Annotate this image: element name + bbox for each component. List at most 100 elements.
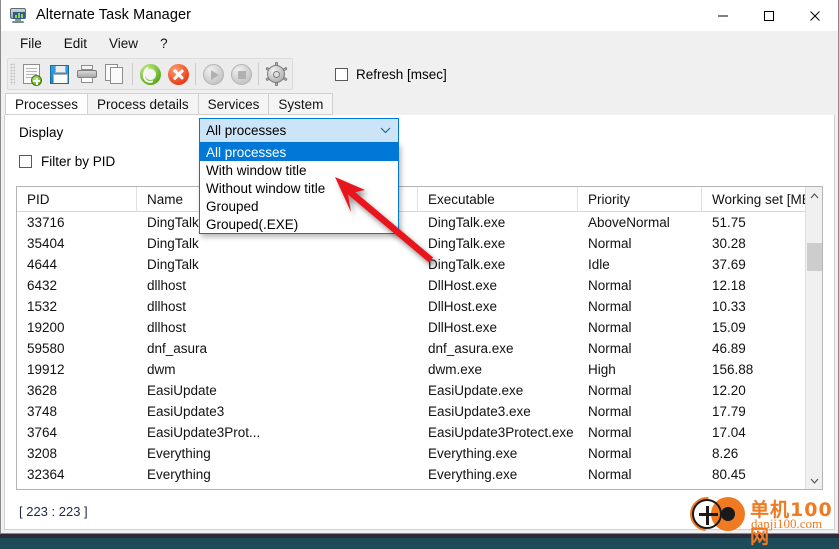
window-controls (700, 0, 838, 31)
refresh-button[interactable] (136, 60, 164, 88)
table-row[interactable]: 3628EasiUpdateEasiUpdate.exeNormal12.20 (17, 380, 805, 401)
cell-pid: 32364 (17, 467, 137, 482)
dropdown-option-without-window-title[interactable]: Without window title (200, 179, 398, 197)
cell-executable: dnf_asura.exe (418, 341, 578, 356)
column-header-executable[interactable]: Executable (418, 187, 578, 212)
tab-services[interactable]: Services (198, 93, 270, 115)
cell-pid: 3208 (17, 446, 137, 461)
table-row[interactable]: 3764EasiUpdate3Prot...EasiUpdate3Protect… (17, 422, 805, 443)
display-filter-combo[interactable]: All processes (199, 118, 399, 143)
table-row[interactable]: 32364EverythingEverything.exeNormal80.45 (17, 464, 805, 485)
cell-executable: dwm.exe (418, 362, 578, 377)
floppy-save-icon (50, 65, 69, 84)
cell-priority: Normal (578, 488, 702, 489)
table-row[interactable]: 19200dllhostDllHost.exeNormal15.09 (17, 317, 805, 338)
cell-priority: Normal (578, 446, 702, 461)
cell-priority: Idle (578, 257, 702, 272)
table-row[interactable]: 33716DingTalkDingTalk.exeAboveNormal51.7… (17, 212, 805, 233)
processes-panel: Display Filter by PID All processes All … (4, 115, 835, 530)
table-row[interactable]: 3748EasiUpdate3EasiUpdate3.exeNormal17.7… (17, 401, 805, 422)
table-row[interactable]: 59580dnf_asuradnf_asura.exeNormal46.89 (17, 338, 805, 359)
filter-by-pid-label: Filter by PID (41, 154, 115, 169)
menu-edit[interactable]: Edit (53, 33, 98, 54)
dropdown-option-grouped[interactable]: Grouped (200, 197, 398, 215)
cell-pid: 3764 (17, 425, 137, 440)
dropdown-option-with-window-title[interactable]: With window title (200, 161, 398, 179)
menu-view[interactable]: View (98, 33, 149, 54)
copy-icon (105, 64, 125, 84)
table-row[interactable]: 3208EverythingEverything.exeNormal8.26 (17, 443, 805, 464)
cell-name: DingTalk (137, 236, 287, 251)
column-header-priority[interactable]: Priority (578, 187, 702, 212)
cell-executable: Explorer.EXE (418, 488, 578, 489)
cell-executable: EasiUpdate3.exe (418, 404, 578, 419)
table-row[interactable]: 19912dwmdwm.exeHigh156.88 (17, 359, 805, 380)
print-button[interactable] (73, 60, 101, 88)
copy-button[interactable] (101, 60, 129, 88)
cell-executable: EasiUpdate.exe (418, 383, 578, 398)
cell-executable: Everything.exe (418, 467, 578, 482)
cell-pid: 19200 (17, 320, 137, 335)
maximize-icon[interactable] (746, 0, 792, 31)
table-row[interactable]: 27048ExplorerExplorer.EXENormal96.25 (17, 485, 805, 489)
minimize-icon[interactable] (700, 0, 746, 31)
process-list: PID Name Executable Priority Working set… (16, 186, 823, 490)
cell-pid: 19912 (17, 362, 137, 377)
stop-button[interactable] (227, 60, 255, 88)
process-list-scrollbar[interactable] (805, 187, 822, 489)
cell-executable: DllHost.exe (418, 278, 578, 293)
toolbar-grip[interactable] (10, 63, 15, 85)
cell-name: EasiUpdate3Prot... (137, 425, 287, 440)
cell-working-set: 17.79 (702, 404, 805, 419)
cell-name: EasiUpdate (137, 383, 287, 398)
menu-file[interactable]: File (9, 33, 53, 54)
stop-square-icon (231, 64, 252, 85)
cell-working-set: 37.69 (702, 257, 805, 272)
printer-icon (77, 65, 97, 83)
table-row[interactable]: 1532dllhostDllHost.exeNormal10.33 (17, 296, 805, 317)
settings-button[interactable] (262, 60, 290, 88)
terminate-button[interactable] (164, 60, 192, 88)
table-row[interactable]: 35404DingTalkDingTalk.exeNormal30.28 (17, 233, 805, 254)
cell-pid: 35404 (17, 236, 137, 251)
cell-working-set: 15.09 (702, 320, 805, 335)
table-row[interactable]: 6432dllhostDllHost.exeNormal12.18 (17, 275, 805, 296)
cell-name: EasiUpdate3 (137, 404, 287, 419)
chevron-down-icon[interactable] (806, 472, 822, 489)
cell-working-set: 12.18 (702, 278, 805, 293)
cell-pid: 3748 (17, 404, 137, 419)
scrollbar-thumb[interactable] (807, 243, 822, 271)
table-row[interactable]: 4644DingTalkDingTalk.exeIdle37.69 (17, 254, 805, 275)
cell-name: dllhost (137, 278, 287, 293)
close-icon[interactable] (792, 0, 838, 31)
refresh-label: Refresh [msec] (356, 67, 447, 82)
save-button[interactable] (45, 60, 73, 88)
column-header-pid[interactable]: PID (17, 187, 137, 212)
dropdown-option-grouped-exe[interactable]: Grouped(.EXE) (200, 215, 398, 233)
cell-priority: AboveNormal (578, 215, 702, 230)
refresh-checkbox-row: Refresh [msec] (335, 67, 447, 82)
filter-by-pid-row: Filter by PID (19, 154, 115, 169)
filter-by-pid-checkbox[interactable] (19, 155, 32, 168)
chevron-up-icon[interactable] (806, 187, 822, 204)
cell-priority: Normal (578, 341, 702, 356)
menu-help[interactable]: ? (149, 33, 179, 54)
start-button[interactable] (199, 60, 227, 88)
menu-bar: File Edit View ? (1, 31, 838, 55)
cell-name: dllhost (137, 320, 287, 335)
gear-icon (265, 63, 287, 85)
column-header-working-set[interactable]: Working set [MB] (702, 187, 822, 212)
dropdown-option-all-processes[interactable]: All processes (200, 143, 398, 161)
refresh-checkbox[interactable] (335, 68, 348, 81)
tab-system[interactable]: System (268, 93, 333, 115)
cell-priority: Normal (578, 236, 702, 251)
tab-processes[interactable]: Processes (5, 93, 88, 115)
app-window: Alternate Task Manager File Edit View ? (0, 0, 839, 534)
cell-working-set: 156.88 (702, 362, 805, 377)
display-label: Display (19, 125, 63, 140)
tab-strip: Processes Process details Services Syste… (1, 93, 838, 115)
tab-process-details[interactable]: Process details (87, 93, 199, 115)
new-document-button[interactable] (17, 60, 45, 88)
cell-name: dllhost (137, 299, 287, 314)
status-bar-text: [ 223 : 223 ] (19, 504, 88, 519)
